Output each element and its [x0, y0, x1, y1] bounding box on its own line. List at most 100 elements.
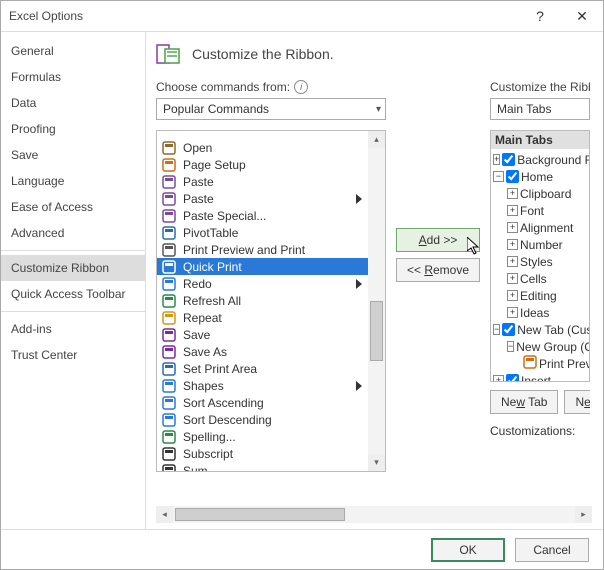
expand-icon[interactable]: +	[507, 256, 518, 267]
combo-value: Popular Commands	[163, 102, 269, 116]
command-paste[interactable]: Paste	[157, 173, 368, 190]
command-spelling-[interactable]: Spelling...	[157, 428, 368, 445]
close-button[interactable]: ✕	[561, 1, 603, 31]
command-icon	[161, 361, 177, 377]
command-redo[interactable]: Redo	[157, 275, 368, 292]
customize-ribbon-combo[interactable]: Main Tabs	[490, 98, 590, 120]
ribbon-tree[interactable]: Main Tabs +Background Removal−Home+Clipb…	[490, 130, 590, 382]
tree-node-ideas[interactable]: +Ideas	[493, 304, 587, 321]
tree-node-clipboard[interactable]: +Clipboard	[493, 185, 587, 202]
expand-icon[interactable]: +	[507, 273, 518, 284]
sidebar-item-quick-access-toolbar[interactable]: Quick Access Toolbar	[1, 281, 145, 307]
collapse-icon[interactable]: −	[493, 171, 504, 182]
tree-node-cells[interactable]: +Cells	[493, 270, 587, 287]
command-paste-special-[interactable]: Paste Special...	[157, 207, 368, 224]
choose-commands-combo[interactable]: Popular Commands ▾	[156, 98, 386, 120]
tree-node-new-tab-custom-[interactable]: −New Tab (Custom)	[493, 321, 587, 338]
command-sort-ascending[interactable]: Sort Ascending	[157, 394, 368, 411]
command-icon	[161, 259, 177, 275]
command-icon	[161, 293, 177, 309]
expand-icon[interactable]: +	[507, 188, 518, 199]
category-sidebar: GeneralFormulasDataProofingSaveLanguageE…	[1, 32, 146, 529]
tree-checkbox[interactable]	[502, 153, 515, 166]
expand-icon[interactable]: +	[507, 290, 518, 301]
commands-listbox[interactable]: OpenPage SetupPastePastePaste Special...…	[156, 130, 386, 472]
tree-label: Font	[520, 204, 544, 218]
remove-button[interactable]: << Remove	[396, 258, 480, 282]
new-tab-button[interactable]: New Tab	[490, 390, 558, 414]
new-group-button[interactable]: Ne	[564, 390, 590, 414]
sidebar-item-advanced[interactable]: Advanced	[1, 220, 145, 246]
scroll-left-icon[interactable]: ◂	[156, 506, 173, 523]
tree-node-home[interactable]: −Home	[493, 168, 587, 185]
command-open[interactable]: Open	[157, 139, 368, 156]
command-pivottable[interactable]: PivotTable	[157, 224, 368, 241]
sidebar-item-language[interactable]: Language	[1, 168, 145, 194]
sidebar-item-ease-of-access[interactable]: Ease of Access	[1, 194, 145, 220]
sidebar-item-save[interactable]: Save	[1, 142, 145, 168]
tree-checkbox[interactable]	[506, 170, 519, 183]
collapse-icon[interactable]: −	[507, 341, 514, 352]
command-refresh-all[interactable]: Refresh All	[157, 292, 368, 309]
command-set-print-area[interactable]: Set Print Area	[157, 360, 368, 377]
expand-icon[interactable]: +	[493, 154, 500, 165]
command-icon	[161, 208, 177, 224]
command-quick-print[interactable]: Quick Print	[157, 258, 368, 275]
tree-node-styles[interactable]: +Styles	[493, 253, 587, 270]
expand-icon[interactable]: +	[493, 375, 504, 382]
tree-node-background-removal[interactable]: +Background Removal	[493, 151, 587, 168]
scroll-right-icon[interactable]: ▸	[575, 506, 592, 523]
command-repeat[interactable]: Repeat	[157, 309, 368, 326]
expand-icon[interactable]: +	[507, 239, 518, 250]
command-icon	[161, 327, 177, 343]
commands-scrollbar[interactable]: ▴ ▾	[368, 131, 385, 471]
tree-label: Styles	[520, 255, 553, 269]
help-button[interactable]: ?	[519, 1, 561, 31]
scroll-down-icon[interactable]: ▾	[368, 454, 385, 471]
add-button[interactable]: Add >>	[396, 228, 480, 252]
command-sum[interactable]: Sum	[157, 462, 368, 471]
command-icon	[161, 446, 177, 462]
combo-value: Main Tabs	[497, 102, 551, 116]
command-page-setup[interactable]: Page Setup	[157, 156, 368, 173]
command-label: Print Preview and Print	[183, 243, 305, 257]
sidebar-item-customize-ribbon[interactable]: Customize Ribbon	[1, 255, 145, 281]
sidebar-item-trust-center[interactable]: Trust Center	[1, 342, 145, 368]
command-subscript[interactable]: Subscript	[157, 445, 368, 462]
scroll-thumb[interactable]	[370, 301, 383, 361]
info-icon[interactable]: i	[294, 80, 308, 94]
command-save-as[interactable]: Save As	[157, 343, 368, 360]
tree-node-font[interactable]: +Font	[493, 202, 587, 219]
command-save[interactable]: Save	[157, 326, 368, 343]
tree-node-number[interactable]: +Number	[493, 236, 587, 253]
scroll-up-icon[interactable]: ▴	[368, 131, 385, 148]
hscroll-thumb[interactable]	[175, 508, 345, 521]
tree-node-editing[interactable]: +Editing	[493, 287, 587, 304]
command-shapes[interactable]: Shapes	[157, 377, 368, 394]
command-paste[interactable]: Paste	[157, 190, 368, 207]
command-print-preview-and-print[interactable]: Print Preview and Print	[157, 241, 368, 258]
collapse-icon[interactable]: −	[493, 324, 500, 335]
tree-checkbox[interactable]	[506, 374, 519, 382]
tree-node-insert[interactable]: +Insert	[493, 372, 587, 382]
command-icon	[161, 310, 177, 326]
sidebar-item-proofing[interactable]: Proofing	[1, 116, 145, 142]
sidebar-item-add-ins[interactable]: Add-ins	[1, 316, 145, 342]
sidebar-item-general[interactable]: General	[1, 38, 145, 64]
expand-icon[interactable]: +	[507, 307, 518, 318]
command-sort-descending[interactable]: Sort Descending	[157, 411, 368, 428]
expand-icon[interactable]: +	[507, 222, 518, 233]
tree-node-alignment[interactable]: +Alignment	[493, 219, 587, 236]
tree-checkbox[interactable]	[502, 323, 515, 336]
tree-label: Cells	[520, 272, 547, 286]
ok-button[interactable]: OK	[431, 538, 505, 562]
command-label: Paste	[183, 192, 214, 206]
cancel-button[interactable]: Cancel	[515, 538, 589, 562]
tree-node-new-group-custom-[interactable]: −New Group (Custom)	[493, 338, 587, 355]
expand-icon[interactable]: +	[507, 205, 518, 216]
tree-node-print-preview-and-print[interactable]: Print Preview and Print	[493, 355, 587, 372]
horizontal-scrollbar[interactable]: ◂ ▸	[156, 506, 592, 523]
sidebar-item-formulas[interactable]: Formulas	[1, 64, 145, 90]
sidebar-item-data[interactable]: Data	[1, 90, 145, 116]
tree-label: New Group (Custom)	[516, 340, 590, 354]
